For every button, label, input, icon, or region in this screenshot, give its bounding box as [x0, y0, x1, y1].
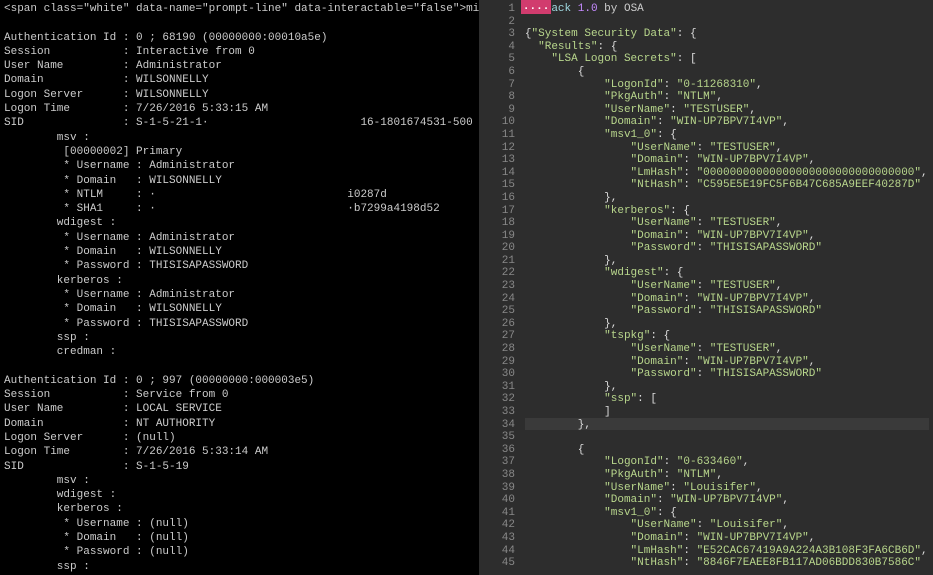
- code-line: "UserName": "Louisifer",: [525, 481, 929, 494]
- line-number: 41: [481, 506, 515, 519]
- line-number: 44: [481, 544, 515, 557]
- line-number: 30: [481, 367, 515, 380]
- code-line: "NtHash": "8846F7EAEE8FB117AD06BDD830B75…: [525, 556, 929, 569]
- code-line: "Domain": "WIN-UP7BPV7I4VP",: [525, 229, 929, 242]
- line-number: 17: [481, 204, 515, 217]
- fold-icon[interactable]: ....: [521, 0, 551, 14]
- code-line: {: [525, 443, 929, 456]
- code-line: "Password": "THISISAPASSWORD": [525, 367, 929, 380]
- line-number: 28: [481, 342, 515, 355]
- code-line: "UserName": "TESTUSER",: [525, 279, 929, 292]
- code-line: },: [525, 380, 929, 393]
- line-number: 19: [481, 229, 515, 242]
- code-line: "PkgAuth": "NTLM",: [525, 90, 929, 103]
- code-line: "msv1_0": {: [525, 128, 929, 141]
- line-number: 40: [481, 493, 515, 506]
- code-line: {"System Security Data": {: [525, 27, 929, 40]
- line-number: 4: [481, 40, 515, 53]
- line-number: 2: [481, 15, 515, 28]
- code-line: [525, 15, 929, 28]
- code-line: },: [525, 254, 929, 267]
- code-line: "Domain": "WIN-UP7BPV7I4VP",: [525, 531, 929, 544]
- code-line: "LmHash": "00000000000000000000000000000…: [525, 166, 929, 179]
- code-line: "UserName": "TESTUSER",: [525, 103, 929, 116]
- line-number: 9: [481, 103, 515, 116]
- line-number: 33: [481, 405, 515, 418]
- code-line: "Domain": "WIN-UP7BPV7I4VP",: [525, 493, 929, 506]
- code-content[interactable]: SecHack 1.0 by OSA {"System Security Data…: [521, 0, 933, 575]
- code-line: "Domain": "WIN-UP7BPV7I4VP",: [525, 153, 929, 166]
- line-number: 23: [481, 279, 515, 292]
- line-number: 37: [481, 455, 515, 468]
- line-number: 14: [481, 166, 515, 179]
- line-number: 26: [481, 317, 515, 330]
- line-number: 42: [481, 518, 515, 531]
- line-number: 31: [481, 380, 515, 393]
- code-line: "UserName": "Louisifer",: [525, 518, 929, 531]
- terminal-left[interactable]: <span class="white" data-name="prompt-li…: [0, 0, 479, 575]
- code-line: "Domain": "WIN-UP7BPV7I4VP",: [525, 355, 929, 368]
- line-number: 39: [481, 481, 515, 494]
- code-line: "LmHash": "E52CAC67419A9A224A3B108F3FA6C…: [525, 544, 929, 557]
- line-number: 34: [481, 418, 515, 431]
- code-line: "Domain": "WIN-UP7BPV7I4VP",: [525, 115, 929, 128]
- line-number: 13: [481, 153, 515, 166]
- code-line: "UserName": "TESTUSER",: [525, 342, 929, 355]
- code-line: },: [525, 418, 929, 431]
- code-line: "UserName": "TESTUSER",: [525, 141, 929, 154]
- line-number: 1: [481, 2, 515, 15]
- line-number-gutter: 1234567891011121314151617181920212223242…: [479, 0, 521, 575]
- code-line: "wdigest": {: [525, 266, 929, 279]
- line-number: 27: [481, 329, 515, 342]
- code-line: "Password": "THISISAPASSWORD": [525, 304, 929, 317]
- line-number: 10: [481, 115, 515, 128]
- line-number: 36: [481, 443, 515, 456]
- line-number: 22: [481, 266, 515, 279]
- code-line: "Password": "THISISAPASSWORD": [525, 241, 929, 254]
- code-line: "LSA Logon Secrets": [: [525, 52, 929, 65]
- app-root: <span class="white" data-name="prompt-li…: [0, 0, 933, 575]
- code-line: {: [525, 65, 929, 78]
- line-number: 16: [481, 191, 515, 204]
- line-number: 12: [481, 141, 515, 154]
- line-number: 3: [481, 27, 515, 40]
- code-line: },: [525, 191, 929, 204]
- line-number: 18: [481, 216, 515, 229]
- title-line: SecHack 1.0 by OSA: [525, 2, 929, 15]
- code-line: ]: [525, 405, 929, 418]
- code-line: "UserName": "TESTUSER",: [525, 216, 929, 229]
- line-number: 5: [481, 52, 515, 65]
- fold-marker[interactable]: ....: [525, 430, 929, 443]
- line-number: 15: [481, 178, 515, 191]
- line-number: 25: [481, 304, 515, 317]
- code-line: "PkgAuth": "NTLM",: [525, 468, 929, 481]
- code-line: "Domain": "WIN-UP7BPV7I4VP",: [525, 292, 929, 305]
- line-number: 21: [481, 254, 515, 267]
- line-number: 45: [481, 556, 515, 569]
- line-number: 35: [481, 430, 515, 443]
- code-line: "Results": {: [525, 40, 929, 53]
- line-number: 20: [481, 241, 515, 254]
- code-line: "NtHash": "C595E5E19FC5F6B47C685A9EEF402…: [525, 178, 929, 191]
- line-number: 7: [481, 78, 515, 91]
- line-number: 38: [481, 468, 515, 481]
- line-number: 43: [481, 531, 515, 544]
- code-line: "ssp": [: [525, 392, 929, 405]
- line-number: 29: [481, 355, 515, 368]
- line-number: 32: [481, 392, 515, 405]
- code-line: "kerberos": {: [525, 204, 929, 217]
- editor-right[interactable]: 1234567891011121314151617181920212223242…: [479, 0, 933, 575]
- code-line: "msv1_0": {: [525, 506, 929, 519]
- line-number: 24: [481, 292, 515, 305]
- line-number: 6: [481, 65, 515, 78]
- code-line: "LogonId": "0-633460",: [525, 455, 929, 468]
- line-number: 11: [481, 128, 515, 141]
- code-line: },: [525, 317, 929, 330]
- code-line: "tspkg": {: [525, 329, 929, 342]
- code-line: "LogonId": "0-11268310",: [525, 78, 929, 91]
- line-number: 8: [481, 90, 515, 103]
